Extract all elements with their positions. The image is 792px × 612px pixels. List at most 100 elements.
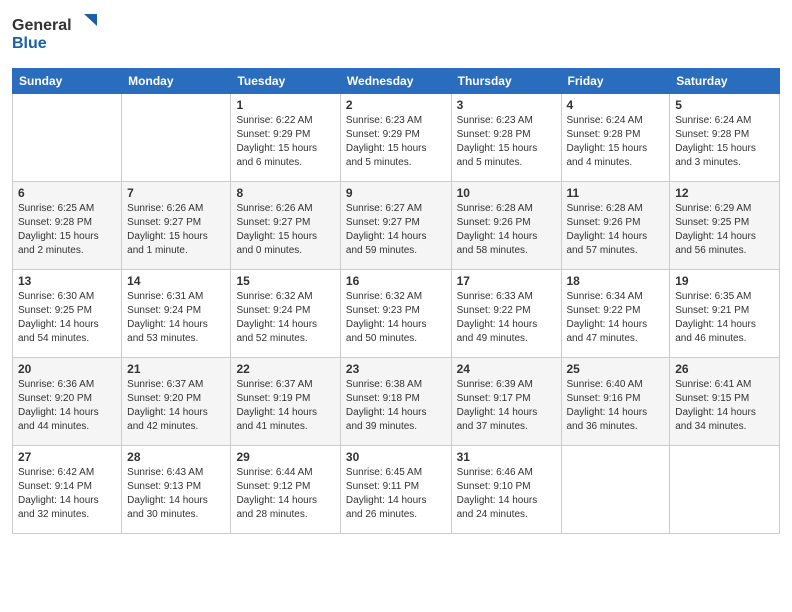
day-cell: 26Sunrise: 6:41 AM Sunset: 9:15 PM Dayli… bbox=[670, 358, 780, 446]
day-info: Sunrise: 6:35 AM Sunset: 9:21 PM Dayligh… bbox=[675, 290, 774, 346]
day-info: Sunrise: 6:32 AM Sunset: 9:24 PM Dayligh… bbox=[236, 290, 334, 346]
day-cell: 29Sunrise: 6:44 AM Sunset: 9:12 PM Dayli… bbox=[231, 446, 340, 534]
day-cell bbox=[561, 446, 670, 534]
weekday-header-thursday: Thursday bbox=[451, 69, 561, 94]
day-cell: 7 Sunrise: 6:26 AM Sunset: 9:27 PM Daylig… bbox=[122, 182, 231, 270]
week-row-3: 13 Sunrise: 6:30 AM Sunset: 9:25 PM Dayli… bbox=[13, 270, 780, 358]
day-cell: 30 Sunrise: 6:45 AM Sunset: 9:11 PM Dayli… bbox=[340, 446, 451, 534]
day-info: Sunrise: 6:40 AM Sunset: 9:16 PM Dayligh… bbox=[567, 378, 665, 434]
day-info: Sunrise: 6:34 AM Sunset: 9:22 PM Dayligh… bbox=[567, 290, 665, 346]
day-info: Sunrise: 6:30 AM Sunset: 9:25 PM Dayligh… bbox=[18, 290, 116, 346]
day-info: Sunrise: 6:32 AM Sunset: 9:23 PM Dayligh… bbox=[346, 290, 446, 346]
day-number: 11 bbox=[567, 186, 665, 200]
day-number: 17 bbox=[457, 274, 556, 288]
svg-text:Blue: Blue bbox=[12, 35, 47, 52]
day-number: 20 bbox=[18, 362, 116, 376]
header: General Blue bbox=[12, 10, 780, 60]
logo-text: General Blue bbox=[12, 10, 102, 60]
day-info: Sunrise: 6:36 AM Sunset: 9:20 PM Dayligh… bbox=[18, 378, 116, 434]
day-number: 27 bbox=[18, 450, 116, 464]
day-number: 4 bbox=[567, 98, 665, 112]
day-number: 26 bbox=[675, 362, 774, 376]
day-cell: 2 Sunrise: 6:23 AM Sunset: 9:29 PM Daylig… bbox=[340, 94, 451, 182]
day-number: 31 bbox=[457, 450, 556, 464]
day-info: Sunrise: 6:26 AM Sunset: 9:27 PM Dayligh… bbox=[127, 202, 225, 258]
week-row-4: 20 Sunrise: 6:36 AM Sunset: 9:20 PM Dayli… bbox=[13, 358, 780, 446]
day-info: Sunrise: 6:22 AM Sunset: 9:29 PM Dayligh… bbox=[236, 114, 334, 170]
day-cell: 10Sunrise: 6:28 AM Sunset: 9:26 PM Dayli… bbox=[451, 182, 561, 270]
day-cell: 17 Sunrise: 6:33 AM Sunset: 9:22 PM Dayli… bbox=[451, 270, 561, 358]
day-info: Sunrise: 6:37 AM Sunset: 9:20 PM Dayligh… bbox=[127, 378, 225, 434]
day-cell: 24Sunrise: 6:39 AM Sunset: 9:17 PM Dayli… bbox=[451, 358, 561, 446]
day-cell bbox=[13, 94, 122, 182]
day-cell: 9Sunrise: 6:27 AM Sunset: 9:27 PM Daylig… bbox=[340, 182, 451, 270]
day-number: 12 bbox=[675, 186, 774, 200]
day-number: 6 bbox=[18, 186, 116, 200]
calendar-container: General Blue SundayMondayTuesdayWednesda… bbox=[0, 0, 792, 612]
day-number: 23 bbox=[346, 362, 446, 376]
week-row-2: 6 Sunrise: 6:25 AM Sunset: 9:28 PM Daylig… bbox=[13, 182, 780, 270]
day-cell bbox=[670, 446, 780, 534]
day-info: Sunrise: 6:45 AM Sunset: 9:11 PM Dayligh… bbox=[346, 466, 446, 522]
day-cell: 8 Sunrise: 6:26 AM Sunset: 9:27 PM Daylig… bbox=[231, 182, 340, 270]
day-cell: 4 Sunrise: 6:24 AM Sunset: 9:28 PM Daylig… bbox=[561, 94, 670, 182]
day-info: Sunrise: 6:28 AM Sunset: 9:26 PM Dayligh… bbox=[567, 202, 665, 258]
day-number: 15 bbox=[236, 274, 334, 288]
day-number: 19 bbox=[675, 274, 774, 288]
day-info: Sunrise: 6:43 AM Sunset: 9:13 PM Dayligh… bbox=[127, 466, 225, 522]
day-cell: 19 Sunrise: 6:35 AM Sunset: 9:21 PM Dayli… bbox=[670, 270, 780, 358]
day-number: 30 bbox=[346, 450, 446, 464]
day-info: Sunrise: 6:23 AM Sunset: 9:29 PM Dayligh… bbox=[346, 114, 446, 170]
logo: General Blue bbox=[12, 10, 102, 60]
day-number: 29 bbox=[236, 450, 334, 464]
day-info: Sunrise: 6:29 AM Sunset: 9:25 PM Dayligh… bbox=[675, 202, 774, 258]
weekday-header-friday: Friday bbox=[561, 69, 670, 94]
day-info: Sunrise: 6:38 AM Sunset: 9:18 PM Dayligh… bbox=[346, 378, 446, 434]
day-cell: 1 Sunrise: 6:22 AM Sunset: 9:29 PM Daylig… bbox=[231, 94, 340, 182]
day-cell bbox=[122, 94, 231, 182]
day-info: Sunrise: 6:24 AM Sunset: 9:28 PM Dayligh… bbox=[567, 114, 665, 170]
day-info: Sunrise: 6:42 AM Sunset: 9:14 PM Dayligh… bbox=[18, 466, 116, 522]
day-cell: 31Sunrise: 6:46 AM Sunset: 9:10 PM Dayli… bbox=[451, 446, 561, 534]
day-number: 16 bbox=[346, 274, 446, 288]
weekday-header-saturday: Saturday bbox=[670, 69, 780, 94]
day-number: 18 bbox=[567, 274, 665, 288]
day-number: 7 bbox=[127, 186, 225, 200]
day-cell: 27 Sunrise: 6:42 AM Sunset: 9:14 PM Dayli… bbox=[13, 446, 122, 534]
day-cell: 25Sunrise: 6:40 AM Sunset: 9:16 PM Dayli… bbox=[561, 358, 670, 446]
day-number: 24 bbox=[457, 362, 556, 376]
day-number: 22 bbox=[236, 362, 334, 376]
day-cell: 5Sunrise: 6:24 AM Sunset: 9:28 PM Daylig… bbox=[670, 94, 780, 182]
weekday-header-wednesday: Wednesday bbox=[340, 69, 451, 94]
svg-text:General: General bbox=[12, 17, 72, 34]
day-info: Sunrise: 6:33 AM Sunset: 9:22 PM Dayligh… bbox=[457, 290, 556, 346]
day-info: Sunrise: 6:37 AM Sunset: 9:19 PM Dayligh… bbox=[236, 378, 334, 434]
weekday-header-sunday: Sunday bbox=[13, 69, 122, 94]
day-cell: 13 Sunrise: 6:30 AM Sunset: 9:25 PM Dayli… bbox=[13, 270, 122, 358]
day-number: 2 bbox=[346, 98, 446, 112]
day-info: Sunrise: 6:24 AM Sunset: 9:28 PM Dayligh… bbox=[675, 114, 774, 170]
day-number: 8 bbox=[236, 186, 334, 200]
day-cell: 15 Sunrise: 6:32 AM Sunset: 9:24 PM Dayli… bbox=[231, 270, 340, 358]
day-info: Sunrise: 6:23 AM Sunset: 9:28 PM Dayligh… bbox=[457, 114, 556, 170]
day-cell: 23 Sunrise: 6:38 AM Sunset: 9:18 PM Dayli… bbox=[340, 358, 451, 446]
day-cell: 11 Sunrise: 6:28 AM Sunset: 9:26 PM Dayli… bbox=[561, 182, 670, 270]
day-number: 28 bbox=[127, 450, 225, 464]
day-cell: 3 Sunrise: 6:23 AM Sunset: 9:28 PM Daylig… bbox=[451, 94, 561, 182]
day-number: 10 bbox=[457, 186, 556, 200]
day-cell: 18 Sunrise: 6:34 AM Sunset: 9:22 PM Dayli… bbox=[561, 270, 670, 358]
day-cell: 16 Sunrise: 6:32 AM Sunset: 9:23 PM Dayli… bbox=[340, 270, 451, 358]
day-cell: 6 Sunrise: 6:25 AM Sunset: 9:28 PM Daylig… bbox=[13, 182, 122, 270]
day-number: 13 bbox=[18, 274, 116, 288]
day-info: Sunrise: 6:25 AM Sunset: 9:28 PM Dayligh… bbox=[18, 202, 116, 258]
day-info: Sunrise: 6:27 AM Sunset: 9:27 PM Dayligh… bbox=[346, 202, 446, 258]
day-number: 1 bbox=[236, 98, 334, 112]
day-cell: 12 Sunrise: 6:29 AM Sunset: 9:25 PM Dayli… bbox=[670, 182, 780, 270]
day-info: Sunrise: 6:31 AM Sunset: 9:24 PM Dayligh… bbox=[127, 290, 225, 346]
day-number: 3 bbox=[457, 98, 556, 112]
day-info: Sunrise: 6:26 AM Sunset: 9:27 PM Dayligh… bbox=[236, 202, 334, 258]
week-row-5: 27 Sunrise: 6:42 AM Sunset: 9:14 PM Dayli… bbox=[13, 446, 780, 534]
day-cell: 28 Sunrise: 6:43 AM Sunset: 9:13 PM Dayli… bbox=[122, 446, 231, 534]
day-number: 14 bbox=[127, 274, 225, 288]
week-row-1: 1 Sunrise: 6:22 AM Sunset: 9:29 PM Daylig… bbox=[13, 94, 780, 182]
